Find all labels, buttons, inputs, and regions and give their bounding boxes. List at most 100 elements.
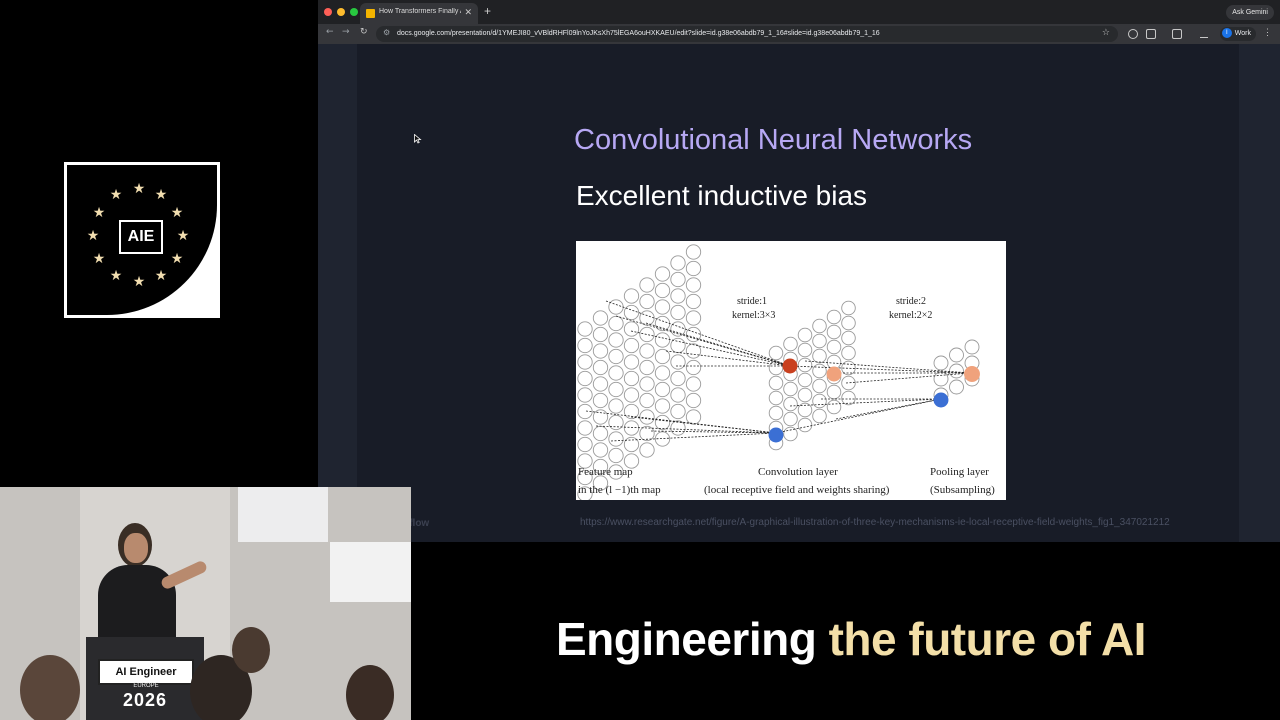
logo-star: ★ (92, 251, 106, 267)
feature-map-neuron (670, 387, 686, 403)
feature-map-neuron (608, 398, 624, 414)
feature-map-neuron (685, 277, 702, 293)
bookmark-icon[interactable]: ☆ (1102, 28, 1110, 38)
kernel3-label: kernel:3×3 (732, 310, 775, 321)
tab-title: How Transformers Finally Ate (379, 8, 461, 15)
convolution-neuron (797, 342, 813, 358)
feature-map-neuron (639, 343, 655, 359)
side-panel-icon[interactable] (1172, 29, 1182, 39)
profile-avatar: I (1221, 28, 1232, 39)
podium-sign: AI Engineer (98, 659, 194, 685)
convolution-neuron (826, 399, 842, 415)
feature-map-neuron (608, 348, 624, 365)
browser-toolbar: ← → ↻ ⚙ docs.google.com/presentation/d/1… (318, 24, 1280, 44)
presentation-slide: Convolutional Neural Networks Excellent … (357, 44, 1239, 542)
feature-map-neuron (685, 244, 702, 260)
conference-tagline: Engineering the future of AI (556, 612, 1146, 666)
profile-button[interactable]: I Work (1219, 27, 1256, 41)
address-bar[interactable]: ⚙ docs.google.com/presentation/d/1YMEJI8… (376, 26, 1118, 42)
convolution-neuron (797, 387, 813, 403)
logo-star: ★ (132, 181, 146, 197)
kernel2-label: kernel:2×2 (889, 310, 932, 321)
feature-map-neuron (685, 260, 702, 277)
convolution-neuron (812, 333, 827, 349)
feature-map-neuron (608, 447, 624, 464)
convolution-neuron (797, 372, 813, 388)
feature-map-neuron (639, 392, 655, 409)
browser-tab[interactable]: How Transformers Finally Ate ✕ (360, 3, 478, 24)
feature-map-neuron (608, 414, 624, 431)
highlight-neuron-blue (768, 427, 784, 443)
pooling-neuron (964, 339, 980, 355)
forward-icon[interactable]: → (342, 27, 350, 37)
stride1-label: stride:1 (737, 296, 767, 307)
audience-head (232, 627, 270, 673)
logo-star: ★ (92, 205, 106, 221)
feature-map-neuron (639, 376, 655, 392)
mouse-cursor-icon (414, 134, 422, 144)
feature-map-neuron (608, 365, 624, 381)
puzzle-extensions-icon[interactable] (1146, 29, 1156, 39)
logo-star: ★ (132, 274, 146, 290)
pooling-neuron-orange (964, 366, 980, 382)
speaker-face (124, 533, 148, 563)
new-tab-button[interactable]: + (484, 4, 491, 18)
projection-screen (238, 487, 328, 542)
feature-map-neuron (592, 326, 609, 343)
feature-map-neuron (608, 315, 624, 332)
extension-icon[interactable] (1128, 29, 1138, 39)
feature-map-neuron (654, 414, 671, 431)
logo-star: ★ (154, 268, 168, 284)
stride2-label: stride:2 (896, 296, 926, 307)
feature-map-neuron (670, 403, 686, 420)
feature-map-neuron (685, 409, 702, 425)
minimize-window-button[interactable] (337, 8, 345, 16)
figure-source-link[interactable]: https://www.researchgate.net/figure/A-gr… (580, 517, 1170, 528)
download-icon[interactable] (1200, 29, 1208, 38)
feature-map-neuron (670, 288, 686, 304)
ask-gemini-button[interactable]: Ask Gemini (1226, 5, 1274, 20)
cnn-diagram: stride:1 kernel:3×3 stride:2 kernel:2×2 … (576, 241, 1006, 500)
connection-lines (585, 300, 971, 442)
feature-map-caption: Feature map (578, 466, 633, 478)
convolution-neuron (812, 348, 827, 364)
site-info-icon[interactable]: ⚙ (383, 28, 390, 37)
convolution-neuron (797, 417, 813, 433)
feature-map-neuron (623, 288, 640, 304)
feature-map-neuron (623, 387, 640, 403)
convolution-neuron (826, 339, 842, 355)
convolution-neuron (797, 327, 813, 343)
feature-map-neuron (670, 420, 686, 436)
logo-star: ★ (154, 187, 168, 203)
feature-map-neuron (623, 354, 640, 370)
feature-map-neuron (592, 310, 609, 326)
convolution-neuron (812, 393, 827, 409)
close-window-button[interactable] (324, 8, 332, 16)
menu-icon[interactable]: ⋮ (1263, 27, 1272, 38)
convolution-neuron (768, 390, 784, 406)
feature-map-neuron (592, 376, 609, 392)
logo-star: ★ (170, 251, 184, 267)
maximize-window-button[interactable] (350, 8, 358, 16)
feature-map-neuron (654, 282, 671, 299)
convolution-neuron (826, 324, 842, 340)
highlight-neuron-red (782, 358, 798, 374)
logo-star: ★ (176, 228, 190, 244)
feature-map-neuron (608, 299, 624, 315)
convolution-caption-2: (local receptive field and weights shari… (704, 484, 890, 496)
feature-map-neuron (654, 266, 671, 282)
feature-map-neuron (639, 359, 655, 376)
reload-icon[interactable]: ↻ (360, 27, 368, 37)
convolution-neuron (768, 345, 784, 361)
feature-map-neuron (577, 387, 593, 403)
podium-subtitle: EUROPE (133, 683, 159, 689)
convolution-neuron (812, 408, 827, 424)
feature-map-neuron (654, 315, 671, 332)
convolution-neuron (841, 315, 856, 331)
back-icon[interactable]: ← (326, 27, 334, 37)
feature-map-neuron (685, 310, 702, 326)
pooling-neuron (949, 347, 964, 363)
convolution-neuron (812, 318, 827, 334)
tab-close-icon[interactable]: ✕ (464, 7, 472, 18)
feature-map-neuron (670, 271, 686, 288)
